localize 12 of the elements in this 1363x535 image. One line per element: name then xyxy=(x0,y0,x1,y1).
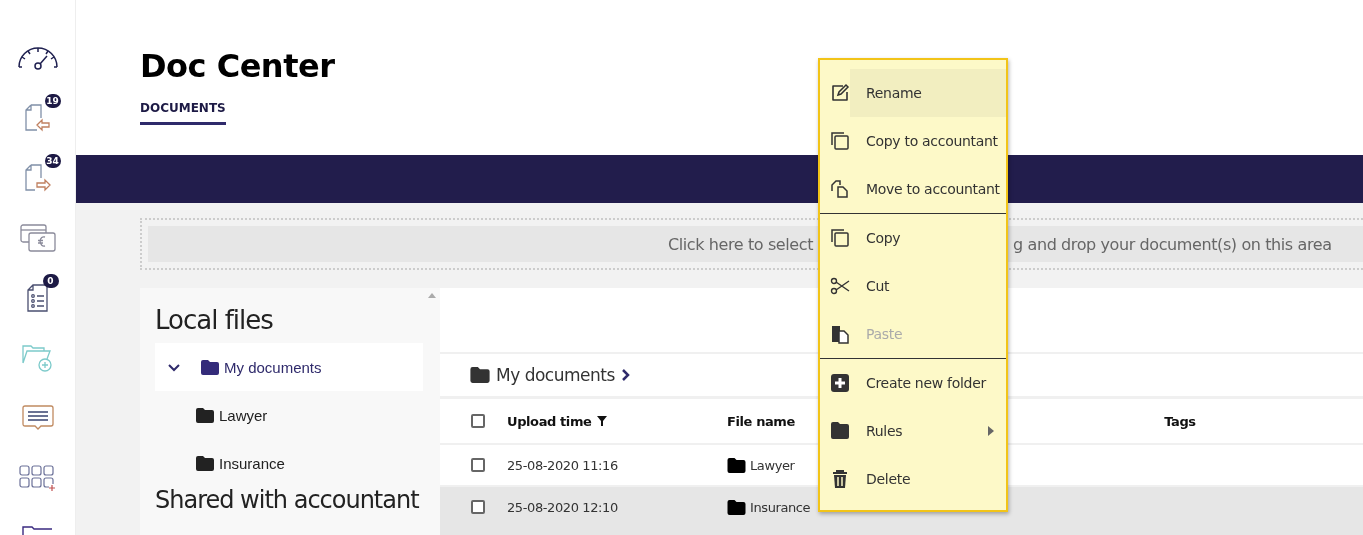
table-cell: Lawyer xyxy=(750,457,795,473)
page-title: Doc Center xyxy=(140,46,335,87)
drop-zone-text: Click here to select xyxy=(668,234,814,254)
section-heading: Local files xyxy=(155,304,273,337)
count-badge: 34 xyxy=(44,154,61,168)
section-heading: Shared with accountant xyxy=(155,487,419,516)
drop-zone-text: g and drop your document(s) on this area xyxy=(1013,234,1332,254)
table-cell: 25-08-2020 11:16 xyxy=(507,457,618,473)
count-badge: 19 xyxy=(44,94,61,108)
table-cell: Insurance xyxy=(750,499,811,515)
count-badge: 0 xyxy=(42,274,59,288)
table-cell: 25-08-2020 12:10 xyxy=(507,499,618,515)
